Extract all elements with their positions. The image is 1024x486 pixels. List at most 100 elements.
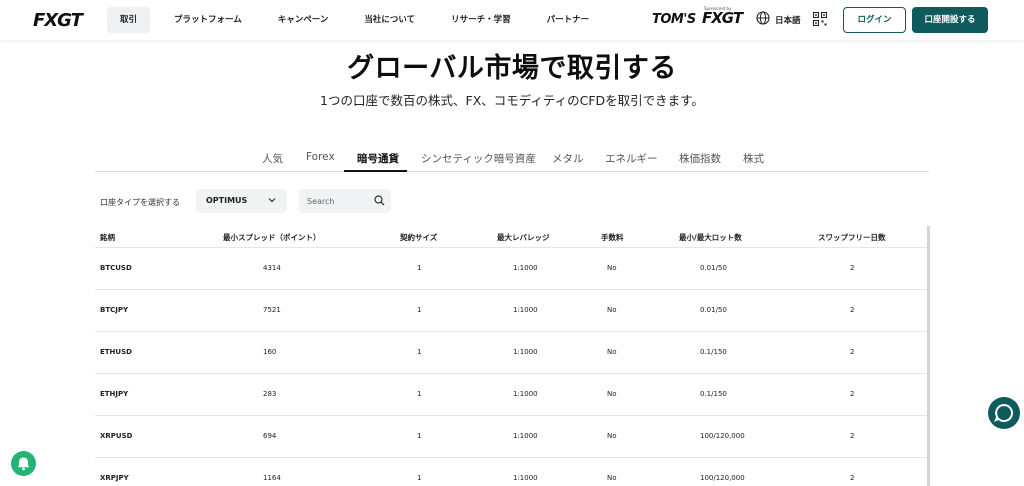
table-row[interactable]: BTCUSD 4314 1 1:1000 No 0.01/50 2 bbox=[95, 248, 929, 290]
cell-commission: No bbox=[607, 348, 617, 356]
cell-symbol: ETHUSD bbox=[100, 348, 132, 356]
chevron-down-icon bbox=[268, 198, 276, 203]
search-box bbox=[299, 189, 391, 213]
table-scrollbar[interactable] bbox=[927, 226, 930, 486]
cell-min-spread: 694 bbox=[263, 432, 277, 440]
top-header: FXGT 取引 プラットフォーム キャンペーン 当社について リサーチ・学習 パ… bbox=[0, 0, 1024, 40]
cell-lot-range: 100/120,000 bbox=[700, 474, 745, 482]
nav-item-trading[interactable]: 取引 bbox=[107, 7, 151, 33]
main-nav: 取引 プラットフォーム キャンペーン 当社について リサーチ・学習 パートナー bbox=[107, 7, 607, 33]
table-header: 銘柄 最小スプレッド（ポイント） 契約サイズ 最大レバレッジ 手数料 最小/最大… bbox=[95, 226, 929, 248]
market-tabs: 人気 Forex 暗号通貨 シンセティック暗号資産 メタル エネルギー 株価指数… bbox=[95, 144, 929, 172]
cell-symbol: XRPJPY bbox=[100, 474, 129, 482]
cell-contract-size: 1 bbox=[417, 432, 422, 440]
cell-contract-size: 1 bbox=[417, 390, 422, 398]
cell-lot-range: 100/120,000 bbox=[700, 432, 745, 440]
cell-min-spread: 4314 bbox=[263, 264, 281, 272]
tab-stocks[interactable]: 株式 bbox=[743, 151, 764, 166]
table-row[interactable]: XRPUSD 694 1 1:1000 No 100/120,000 2 bbox=[95, 416, 929, 458]
sponsor-caption: Sponsored by bbox=[704, 6, 732, 11]
cell-max-leverage: 1:1000 bbox=[513, 348, 538, 356]
chat-bubble-icon bbox=[994, 403, 1013, 423]
page-subtitle: 1つの口座で数百の株式、FX、コモディティのCFDを取引できます。 bbox=[320, 93, 704, 108]
cell-min-spread: 7521 bbox=[263, 306, 281, 314]
nav-item-research[interactable]: リサーチ・学習 bbox=[433, 7, 529, 33]
cell-max-leverage: 1:1000 bbox=[513, 390, 538, 398]
cell-symbol: BTCJPY bbox=[100, 306, 129, 314]
table-body: BTCUSD 4314 1 1:1000 No 0.01/50 2 BTCJPY 7521 1 1:… bbox=[95, 248, 929, 486]
cell-lot-range: 0.01/50 bbox=[700, 264, 727, 272]
cell-contract-size: 1 bbox=[417, 264, 422, 272]
cell-swap-free-days: 2 bbox=[850, 348, 855, 356]
tab-popular[interactable]: 人気 bbox=[262, 151, 283, 166]
notification-button[interactable] bbox=[11, 451, 36, 476]
toms-logo: TOM'S bbox=[652, 12, 696, 27]
cell-max-leverage: 1:1000 bbox=[513, 474, 538, 482]
account-type-select[interactable]: OPTIMUS bbox=[196, 189, 287, 213]
col-symbol: 銘柄 bbox=[100, 233, 115, 242]
cell-contract-size: 1 bbox=[417, 474, 422, 482]
fxgt-logo[interactable]: FXGT bbox=[33, 10, 83, 31]
cell-max-leverage: 1:1000 bbox=[513, 306, 538, 314]
tab-metals[interactable]: メタル bbox=[552, 151, 584, 166]
cell-commission: No bbox=[607, 306, 617, 314]
nav-item-campaign[interactable]: キャンペーン bbox=[260, 7, 347, 33]
col-commission: 手数料 bbox=[601, 233, 624, 242]
cell-min-spread: 283 bbox=[263, 390, 277, 398]
col-swap-free-days: スワップフリー日数 bbox=[818, 233, 886, 242]
cell-commission: No bbox=[607, 432, 617, 440]
cell-swap-free-days: 2 bbox=[850, 306, 855, 314]
instrument-table: 銘柄 最小スプレッド（ポイント） 契約サイズ 最大レバレッジ 手数料 最小/最大… bbox=[95, 226, 929, 486]
tab-forex[interactable]: Forex bbox=[306, 151, 335, 163]
cell-max-leverage: 1:1000 bbox=[513, 432, 538, 440]
nav-item-partner[interactable]: パートナー bbox=[529, 7, 608, 33]
cell-lot-range: 0.1/150 bbox=[700, 390, 727, 398]
col-min-spread: 最小スプレッド（ポイント） bbox=[223, 233, 321, 242]
cell-swap-free-days: 2 bbox=[850, 264, 855, 272]
open-account-button[interactable]: 口座開設する bbox=[912, 7, 988, 33]
cell-contract-size: 1 bbox=[417, 306, 422, 314]
fxgt-sponsor-logo: Sponsored by FXGT bbox=[702, 6, 743, 27]
table-row[interactable]: ETHUSD 160 1 1:1000 No 0.1/150 2 bbox=[95, 332, 929, 374]
globe-icon[interactable] bbox=[756, 11, 770, 25]
language-selector[interactable]: 日本語 bbox=[775, 14, 801, 26]
cell-swap-free-days: 2 bbox=[850, 474, 855, 482]
search-input[interactable] bbox=[307, 194, 367, 208]
cell-commission: No bbox=[607, 474, 617, 482]
cell-max-leverage: 1:1000 bbox=[513, 264, 538, 272]
nav-item-platform[interactable]: プラットフォーム bbox=[156, 7, 260, 33]
col-contract-size: 契約サイズ bbox=[400, 233, 438, 242]
cell-min-spread: 160 bbox=[263, 348, 277, 356]
cell-swap-free-days: 2 bbox=[850, 390, 855, 398]
nav-item-about[interactable]: 当社について bbox=[346, 7, 433, 33]
col-lot-range: 最小/最大ロット数 bbox=[679, 233, 742, 242]
chat-button[interactable] bbox=[988, 397, 1020, 429]
cell-min-spread: 1164 bbox=[263, 474, 281, 482]
tab-crypto[interactable]: 暗号通貨 bbox=[357, 151, 399, 166]
cell-symbol: ETHJPY bbox=[100, 390, 129, 398]
table-row[interactable]: ETHJPY 283 1 1:1000 No 0.1/150 2 bbox=[95, 374, 929, 416]
cell-contract-size: 1 bbox=[417, 348, 422, 356]
tab-energy[interactable]: エネルギー bbox=[605, 151, 658, 166]
col-max-leverage: 最大レバレッジ bbox=[497, 233, 550, 242]
cell-commission: No bbox=[607, 264, 617, 272]
bell-icon bbox=[17, 457, 30, 471]
qr-code-icon[interactable] bbox=[813, 12, 827, 26]
tab-synthetic-crypto[interactable]: シンセティック暗号資産 bbox=[421, 151, 536, 166]
table-row[interactable]: BTCJPY 7521 1 1:1000 No 0.01/50 2 bbox=[95, 290, 929, 332]
cell-symbol: XRPUSD bbox=[100, 432, 133, 440]
cell-symbol: BTCUSD bbox=[100, 264, 132, 272]
active-tab-indicator bbox=[344, 170, 407, 172]
cell-lot-range: 0.01/50 bbox=[700, 306, 727, 314]
cell-swap-free-days: 2 bbox=[850, 432, 855, 440]
page-title: グローバル市場で取引する bbox=[347, 53, 677, 84]
cell-lot-range: 0.1/150 bbox=[700, 348, 727, 356]
table-row[interactable]: XRPJPY 1164 1 1:1000 No 100/120,000 2 bbox=[95, 458, 929, 486]
search-icon[interactable] bbox=[374, 195, 385, 206]
tab-indices[interactable]: 株価指数 bbox=[679, 151, 721, 166]
login-button[interactable]: ログイン bbox=[843, 7, 906, 33]
account-type-label: 口座タイプを選択する bbox=[100, 198, 180, 207]
account-type-value: OPTIMUS bbox=[206, 196, 248, 205]
sponsor-brand: FXGT bbox=[702, 9, 743, 27]
cell-commission: No bbox=[607, 390, 617, 398]
